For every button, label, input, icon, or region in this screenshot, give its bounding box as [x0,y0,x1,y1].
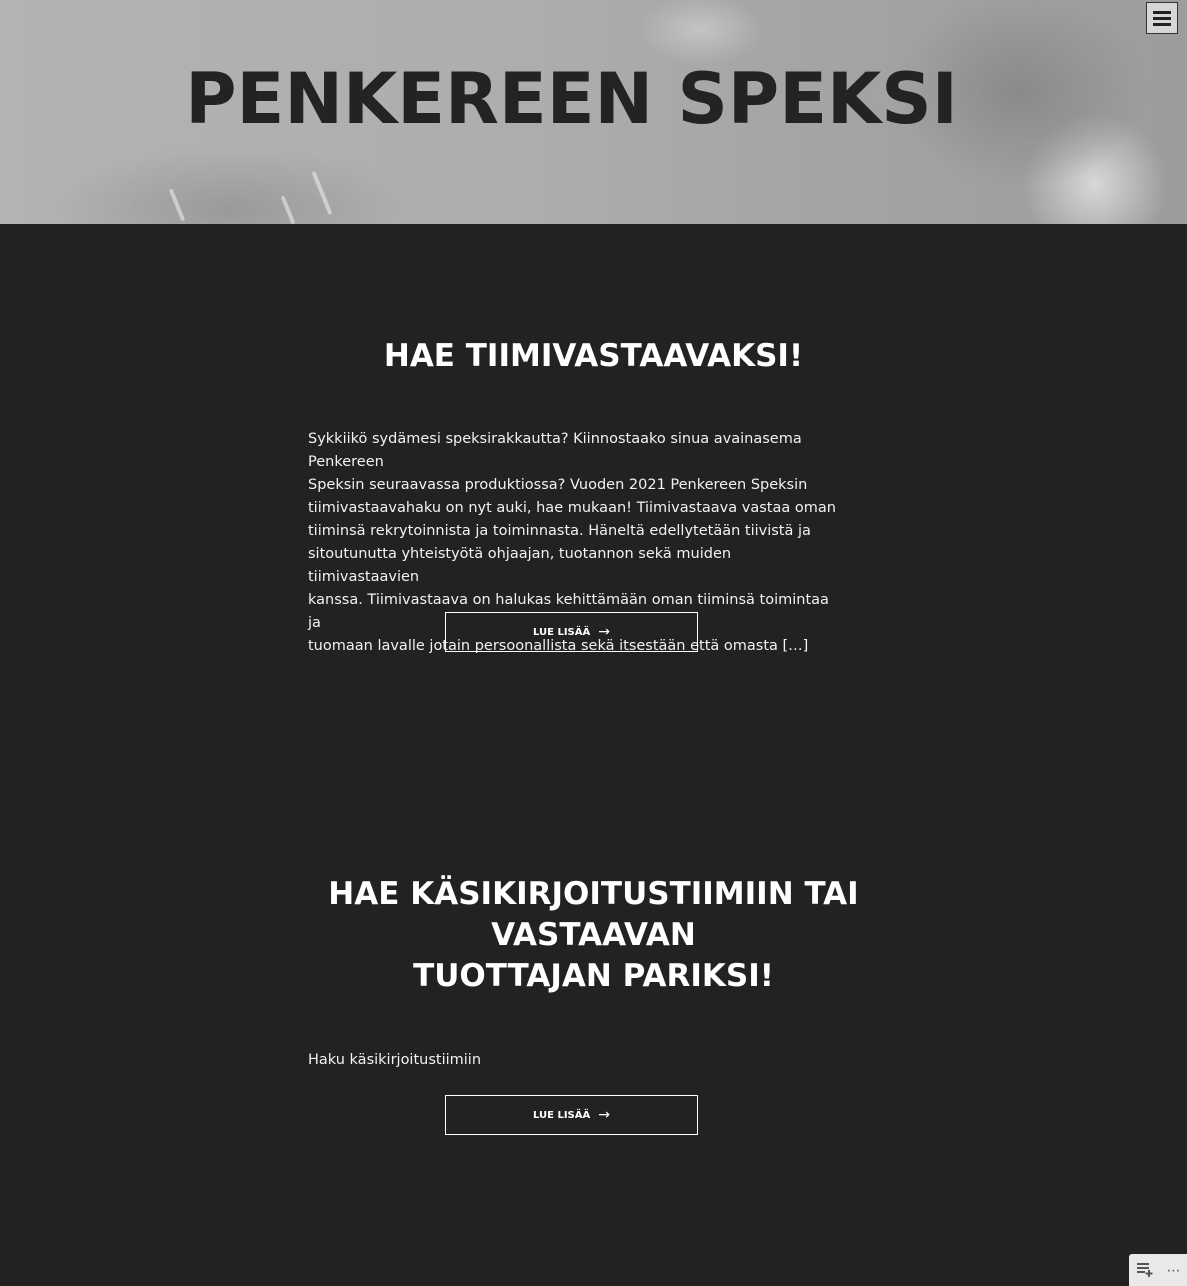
read-more-button[interactable]: LUE LISÄÄ → [445,612,698,652]
post-excerpt: Haku käsikirjoitustiimiin [308,1052,482,1068]
excerpt-line: tiimivastaavahaku on nyt auki, hae mukaa… [308,500,836,516]
header-light-streak [280,195,296,224]
read-more-label: LUE LISÄÄ [533,1109,591,1121]
more-dots-icon[interactable]: ⋯ [1167,1262,1181,1279]
post-title-line: TUOTTAJAN PARIKSI! [413,958,774,994]
excerpt-line: Speksin seuraavassa produktiossa? Vuoden… [308,477,808,493]
excerpt-line: tiiminsä rekrytoinnista ja toiminnasta. … [308,523,811,539]
site-title[interactable]: PENKEREEN SPEKSI [0,58,1143,140]
hamburger-icon [1153,10,1171,14]
excerpt-line: Sykkiikö sydämesi speksirakkautta? Kiinn… [308,431,802,470]
post-title[interactable]: HAE KÄSIKIRJOITUSTIIMIIN TAI VASTAAVAN T… [0,874,1187,997]
arrow-right-icon: → [598,1107,610,1123]
site-header: PENKEREEN SPEKSI [0,0,1187,224]
excerpt-line: sitoutunutta yhteistyötä ohjaajan, tuota… [308,546,732,585]
post-title[interactable]: HAE TIIMIVASTAAVAKSI! [0,336,1187,377]
post-title-line: HAE KÄSIKIRJOITUSTIIMIIN TAI [328,876,859,912]
admin-bar-widget: ⋯ [1129,1254,1187,1286]
header-light-streak [168,188,186,222]
read-more-label: LUE LISÄÄ [533,626,591,638]
post-title-line: VASTAAVAN [491,917,696,953]
reader-icon[interactable] [1136,1261,1154,1280]
header-light-streak [311,170,333,216]
read-more-button[interactable]: LUE LISÄÄ → [445,1095,698,1135]
arrow-right-icon: → [598,624,610,640]
menu-toggle-button[interactable] [1146,2,1178,34]
